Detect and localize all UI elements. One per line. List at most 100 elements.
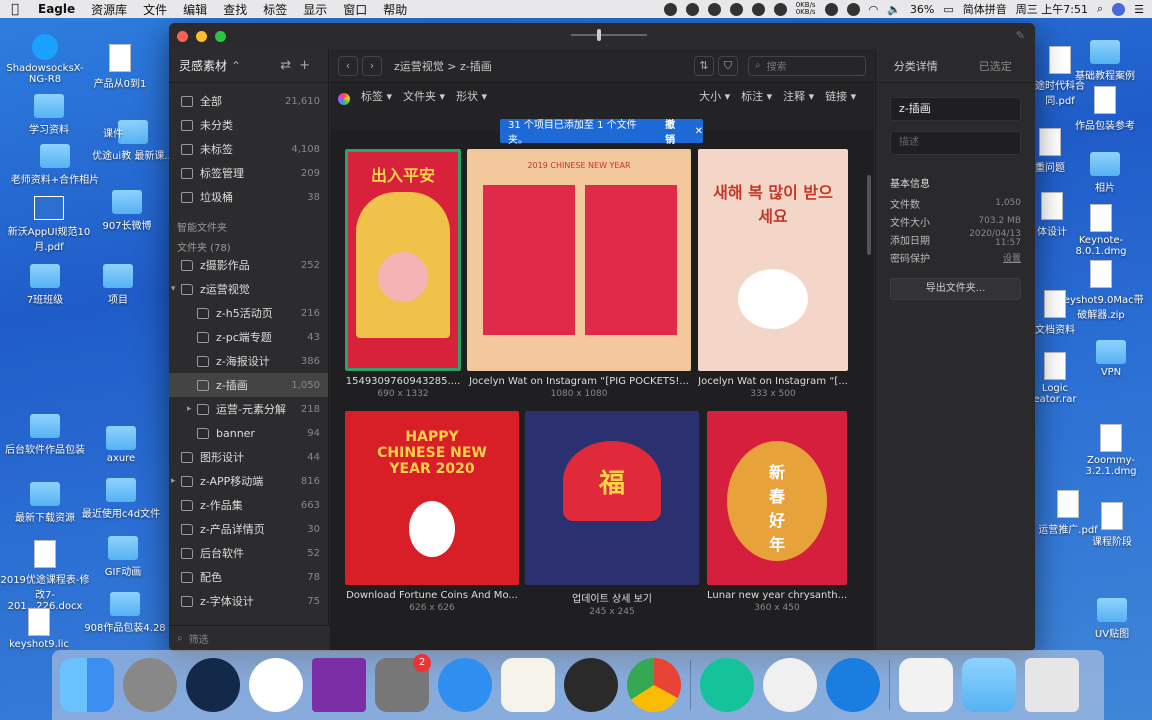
pen-icon[interactable] — [707, 2, 721, 16]
desktop-icon[interactable]: 907长微博 — [82, 190, 172, 232]
nav-tag-manager[interactable]: 标签管理 209 — [169, 161, 328, 185]
grammarly-icon[interactable] — [824, 2, 838, 16]
close-window-button[interactable] — [177, 30, 188, 42]
folder-item[interactable]: ▸ z-APP移动端 816 — [169, 469, 328, 493]
desktop-icon[interactable]: 相片 — [1060, 152, 1150, 194]
item-card[interactable]: 2019 CHINESE NEW YEAR Jocelyn Wat on Ins… — [467, 149, 691, 399]
search-input[interactable]: ⌕ 搜索 — [748, 55, 866, 76]
nav-all[interactable]: 全部 21,610 — [169, 89, 328, 113]
desktop-icon[interactable]: Keynote-8.0.1.dmg — [1056, 204, 1146, 257]
folder-item[interactable]: z-pc端专题 43 — [169, 325, 328, 349]
thumbnail-size-slider[interactable] — [571, 29, 647, 41]
chrome-icon[interactable] — [627, 658, 681, 712]
item-card[interactable]: HAPPY CHINESE NEW YEAR 2020 Download For… — [345, 411, 519, 613]
expand-arrow-icon[interactable]: ▸ — [171, 476, 181, 486]
swap-icon[interactable]: ⇄ — [280, 58, 299, 73]
tab-selected[interactable]: 已选定 — [956, 58, 1036, 74]
nav-untagged[interactable]: 未标签 4,108 — [169, 137, 328, 161]
pixso-icon[interactable] — [249, 658, 303, 712]
filter-button[interactable]: ⛉ — [718, 55, 738, 76]
description-field[interactable]: 描述 — [890, 131, 1021, 155]
folder-item[interactable]: z-字体设计 75 — [169, 589, 328, 613]
folder-item[interactable]: z摄影作品 252 — [169, 253, 328, 277]
zoom-window-button[interactable] — [215, 30, 226, 42]
quicktime-icon[interactable] — [564, 658, 618, 712]
trash-icon[interactable] — [1025, 658, 1079, 712]
grid-scrollbar[interactable] — [867, 175, 871, 255]
menu-file[interactable]: 文件 — [135, 1, 175, 18]
menu-library[interactable]: 资源库 — [83, 1, 135, 18]
minimize-window-button[interactable] — [196, 30, 207, 42]
bluetooth-icon[interactable] — [846, 2, 860, 16]
record-icon[interactable] — [663, 2, 677, 16]
color-filter-icon[interactable] — [338, 93, 350, 105]
item-card[interactable]: 새해 복 많이 받으세요 Jocelyn Wat on Instagram “[… — [698, 149, 848, 399]
desktop-icon[interactable]: 课程阶段 — [1072, 502, 1152, 548]
eagle-icon[interactable] — [826, 658, 880, 712]
nav-uncategorized[interactable]: 未分类 — [169, 113, 328, 137]
volume-icon[interactable]: 🔈 — [887, 3, 901, 16]
sort-button[interactable]: ⇅ — [694, 55, 714, 76]
folder-item[interactable]: z-产品详情页 30 — [169, 517, 328, 541]
desktop-icon[interactable]: GIF动画 — [78, 536, 168, 578]
document-stack-icon[interactable] — [899, 658, 953, 712]
menu-app-name[interactable]: Eagle — [30, 2, 83, 16]
expand-arrow-icon[interactable]: ▾ — [171, 284, 181, 294]
desktop-icon[interactable]: 项目 — [73, 264, 163, 306]
menu-edit[interactable]: 编辑 — [175, 1, 215, 18]
control-center-icon[interactable]: ☰ — [1134, 3, 1144, 16]
battery-percent[interactable]: 36% — [910, 3, 934, 16]
add-icon[interactable]: + — [299, 58, 318, 73]
desktop-icon[interactable]: 课件 — [68, 122, 158, 140]
folder-item[interactable]: 后台软件 52 — [169, 541, 328, 565]
folder-item[interactable]: 图形设计 44 — [169, 445, 328, 469]
tab-folder-details[interactable]: 分类详情 — [876, 58, 956, 74]
nav-trash[interactable]: 垃圾桶 38 — [169, 185, 328, 209]
menu-window[interactable]: 窗口 — [335, 1, 375, 18]
desktop-icon[interactable]: 908作品包装4.28 — [80, 592, 170, 634]
breadcrumb[interactable]: z运营视觉 > z-插画 — [394, 58, 492, 74]
shield-icon[interactable] — [729, 2, 743, 16]
wifi-icon[interactable]: ◠ — [869, 3, 879, 16]
expand-arrow-icon[interactable]: ▸ — [187, 404, 197, 414]
desktop-icon[interactable]: Zoommy-3.2.1.dmg — [1066, 424, 1152, 477]
desktop-icon[interactable]: 2019优途课程表-修改7-201...226.docx — [0, 540, 90, 612]
desktop-icon[interactable]: UV贴图 — [1072, 598, 1152, 640]
desktop-icon[interactable]: 老师资料+合作相片 — [10, 144, 100, 186]
desktop-icon[interactable]: 最近使用c4d文件 — [76, 478, 166, 520]
folder-item[interactable]: ▸ 运营-元素分解 218 — [169, 397, 328, 421]
apple-menu-icon[interactable]:  — [0, 2, 30, 17]
export-folder-button[interactable]: 导出文件夹... — [890, 278, 1021, 300]
menu-tags[interactable]: 标签 — [255, 1, 295, 18]
item-card[interactable]: 出入平安 1549309760943285.... 690 x 1332 — [345, 149, 461, 399]
vectornator-icon[interactable] — [763, 658, 817, 712]
desktop-icon[interactable]: keyshot9.lic — [0, 608, 84, 650]
battery-icon[interactable]: ▭ — [943, 3, 953, 16]
desktop-icon[interactable]: 产品从0到1 — [75, 44, 165, 90]
folder-item[interactable]: z-作品集 663 — [169, 493, 328, 517]
smart-folders-header[interactable]: 智能文件夹 — [169, 213, 328, 234]
menu-help[interactable]: 帮助 — [375, 1, 415, 18]
system-preferences-icon[interactable]: 2 — [375, 654, 431, 712]
clock-icon[interactable] — [685, 2, 699, 16]
desktop-icon[interactable]: Logic eator.rar — [1030, 352, 1080, 405]
grammarly-icon[interactable] — [700, 658, 754, 712]
folder-item[interactable]: z-插画 1,050 — [169, 373, 328, 397]
password-set-link[interactable]: 设置 — [1003, 251, 1021, 264]
downloads-folder-icon[interactable] — [962, 658, 1016, 712]
filter-notes[interactable]: 注释 ▾ — [783, 87, 814, 107]
menu-find[interactable]: 查找 — [215, 1, 255, 18]
item-card[interactable]: 福 업데이트 상세 보기 245 x 245 — [525, 411, 699, 617]
siri-icon[interactable] — [1112, 2, 1126, 16]
filter-tags[interactable]: 标签 ▾ — [361, 87, 392, 107]
desktop-icon[interactable]: 基础教程案例 — [1060, 40, 1150, 82]
folder-item[interactable]: z-海报设计 386 — [169, 349, 328, 373]
finder-icon[interactable] — [773, 2, 787, 16]
back-button[interactable]: ‹ — [338, 55, 358, 76]
desktop-icon[interactable]: axure — [76, 426, 166, 464]
library-switcher[interactable]: 灵感素材 ⌃ ⇄+ — [169, 49, 328, 83]
filter-link[interactable]: 链接 ▾ — [825, 87, 856, 107]
desktop-icon[interactable]: 新沃AppUI规范10月.pdf — [4, 196, 94, 253]
clock[interactable]: 周三 上午7:51 — [1016, 1, 1088, 17]
dropbox-icon[interactable] — [751, 2, 765, 16]
